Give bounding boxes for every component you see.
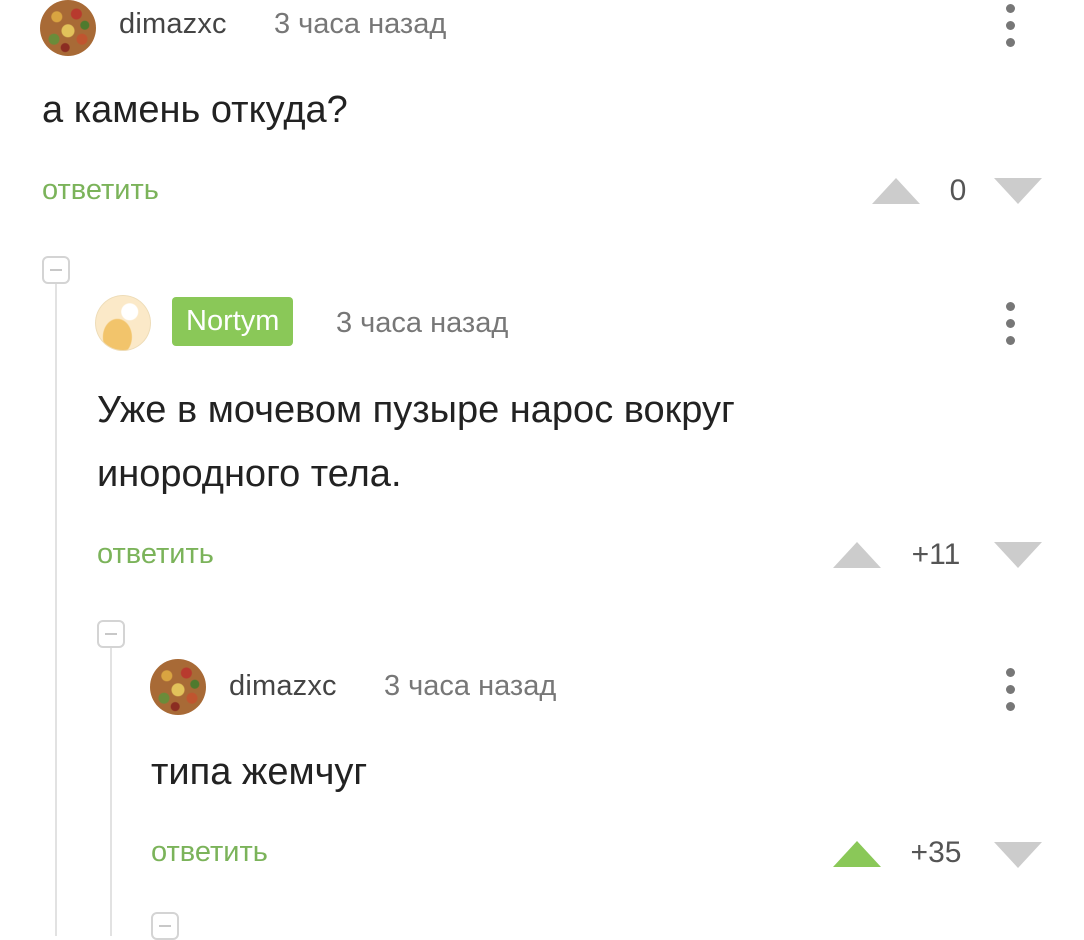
reply-button[interactable]: ответить (151, 836, 268, 869)
thread-line[interactable] (55, 284, 57, 936)
comment-author[interactable]: dimazxc (229, 670, 337, 703)
comment-time: 3 часа назад (336, 307, 509, 339)
more-options-icon[interactable] (1004, 4, 1016, 55)
comment-score: +35 (910, 836, 962, 869)
downvote-icon[interactable] (994, 542, 1042, 568)
downvote-icon[interactable] (994, 842, 1042, 868)
downvote-icon[interactable] (994, 178, 1042, 204)
more-options-icon[interactable] (1004, 668, 1016, 719)
collapse-thread-button[interactable] (42, 256, 70, 284)
upvote-icon[interactable] (833, 841, 881, 867)
comment-time: 3 часа назад (274, 8, 447, 40)
upvote-icon[interactable] (872, 178, 920, 204)
comment-author[interactable]: Nortym (172, 297, 294, 346)
comment-text: типа жемчуг (151, 751, 368, 793)
reply-button[interactable]: ответить (97, 538, 214, 571)
upvote-icon[interactable] (833, 542, 881, 568)
avatar[interactable] (150, 659, 206, 715)
reply-button[interactable]: ответить (42, 174, 159, 207)
avatar[interactable] (95, 295, 151, 351)
comment-score: +11 (911, 538, 961, 571)
comment-text: а камень откуда? (42, 89, 348, 131)
comment-time: 3 часа назад (384, 670, 557, 702)
avatar[interactable] (40, 0, 96, 56)
comment-score: 0 (949, 174, 967, 207)
collapse-thread-button[interactable] (97, 620, 125, 648)
more-options-icon[interactable] (1004, 302, 1016, 353)
thread-line[interactable] (110, 648, 112, 936)
comment-author[interactable]: dimazxc (119, 8, 227, 41)
comment-text: Уже в мочевом пузыре нарос вокруг инород… (97, 389, 735, 495)
